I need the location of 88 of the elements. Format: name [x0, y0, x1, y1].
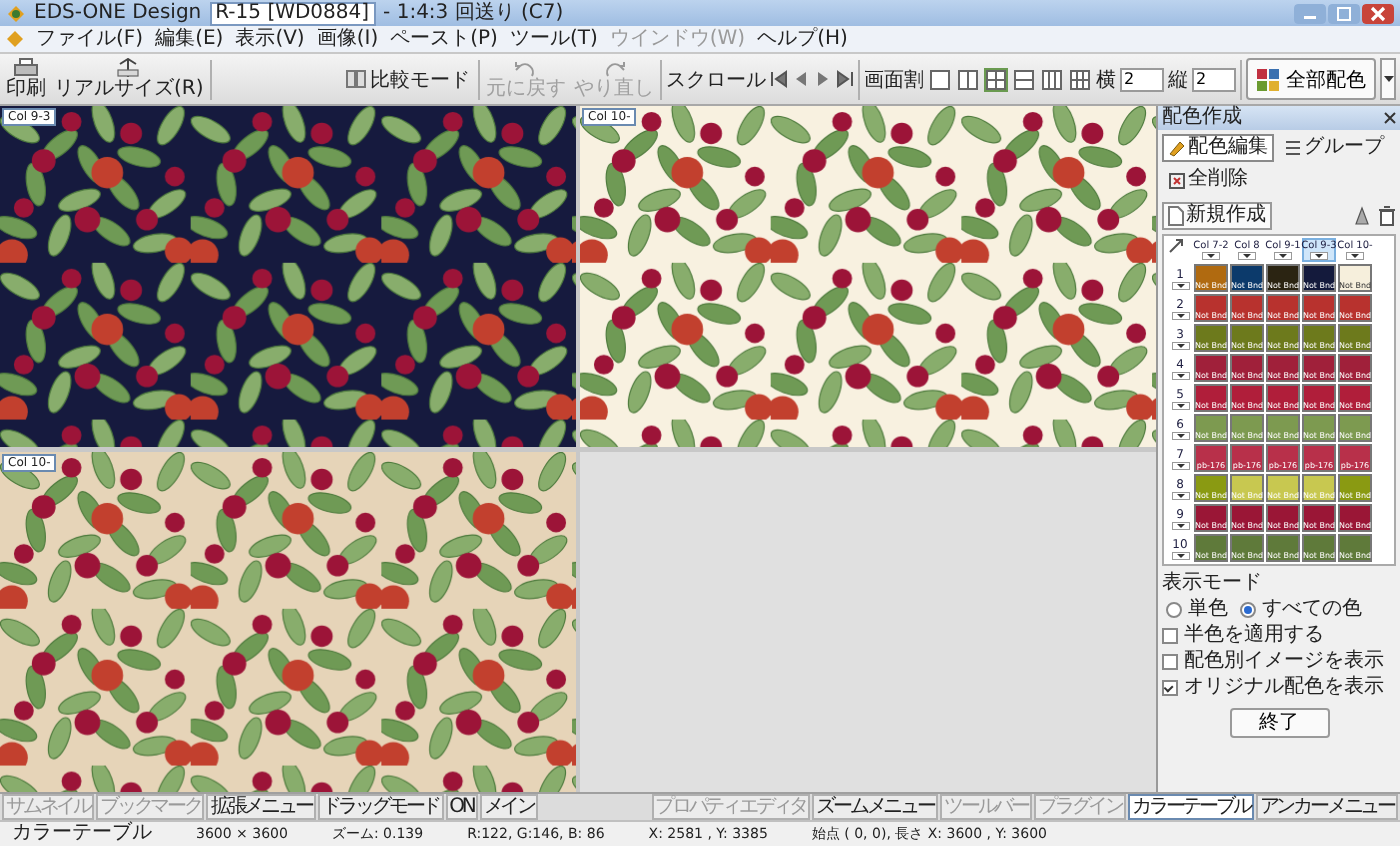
checkbox-option[interactable]: 配色別イメージを表示: [1162, 650, 1396, 674]
scroll-left-icon[interactable]: [792, 70, 810, 88]
layout-button[interactable]: [956, 67, 980, 91]
dropdown-icon: [1171, 311, 1189, 319]
layout-button[interactable]: [1040, 67, 1064, 91]
dropdown-icon: [1202, 252, 1220, 260]
close-icon[interactable]: [1384, 112, 1396, 124]
dock-tab[interactable]: アンカーメニュー: [1255, 794, 1398, 820]
menu-item[interactable]: 表示(V): [235, 26, 305, 52]
dropdown-icon: [1171, 551, 1189, 559]
dropdown-icon: [1274, 252, 1292, 260]
menu-item[interactable]: ペースト(P): [390, 26, 498, 52]
dropdown-icon: [1310, 252, 1328, 260]
dropdown-icon: [1171, 521, 1189, 529]
dropdown-icon: [1171, 431, 1189, 439]
checkbox[interactable]: [1162, 680, 1178, 696]
panel-tab-button[interactable]: グループ: [1278, 134, 1390, 162]
count-label: 横: [1096, 67, 1116, 93]
trash-icon[interactable]: [1378, 206, 1396, 226]
app-logo-icon: [6, 3, 26, 23]
print-button[interactable]: 印刷: [4, 58, 48, 100]
dropdown-icon: [1171, 491, 1189, 499]
radio-button[interactable]: [1240, 602, 1256, 618]
checkbox[interactable]: [1162, 654, 1178, 670]
apply-all-button[interactable]: 全部配色: [1246, 58, 1376, 100]
dropdown-icon: [1171, 341, 1189, 349]
dropdown-icon: [1171, 281, 1189, 289]
scroll-label: スクロール: [666, 67, 766, 93]
checkbox-option[interactable]: 半色を適用する: [1162, 624, 1396, 648]
panel-tab-button[interactable]: 配色編集: [1162, 134, 1274, 162]
row-count-field[interactable]: 2: [1192, 67, 1236, 91]
panel-title: 配色作成: [1162, 106, 1242, 130]
dock-tab[interactable]: ON: [445, 794, 478, 820]
layout-button[interactable]: [1012, 67, 1036, 91]
scroll-right-icon[interactable]: [814, 70, 832, 88]
layout-button[interactable]: [984, 67, 1008, 91]
menu-item[interactable]: 編集(E): [155, 26, 224, 52]
layout-button[interactable]: [928, 67, 952, 91]
real-size-button[interactable]: リアルサイズ(R): [52, 58, 206, 100]
corner-arrow-icon: [1168, 238, 1184, 254]
dropdown-icon: [1238, 252, 1256, 260]
dock-tab[interactable]: メイン: [479, 794, 538, 820]
dock-tab[interactable]: ズームメニュー: [812, 794, 938, 820]
scroll-last-icon[interactable]: [836, 70, 854, 88]
document-name: R-15 [WD0884]: [209, 1, 376, 25]
document-icon: [1168, 206, 1184, 226]
split-pane-icon: [346, 70, 366, 88]
layout-button[interactable]: [1068, 67, 1092, 91]
printer-icon: [14, 58, 38, 78]
radio-option[interactable]: すべての色: [1240, 598, 1362, 622]
new-button[interactable]: 新規作成: [1162, 202, 1272, 230]
menu-item[interactable]: ファイル(F): [36, 26, 144, 52]
ruler-arrow-icon: [116, 58, 141, 78]
menu-item[interactable]: 画像(I): [316, 26, 379, 52]
radio-option[interactable]: 単色: [1166, 598, 1228, 622]
column-count-field[interactable]: 2: [1120, 67, 1164, 91]
finish-button[interactable]: 終了: [1229, 708, 1329, 738]
caret-icon: [1383, 76, 1393, 82]
status-text: カラーテーブル: [12, 822, 152, 846]
dock-tab[interactable]: ドラッグモード: [317, 794, 444, 820]
count-label: 縦: [1168, 67, 1188, 93]
dropdown-icon: [1171, 371, 1189, 379]
delete-grid-icon: [1168, 170, 1186, 190]
dock-tab[interactable]: カラーテーブル: [1127, 794, 1254, 820]
window-title: EDS-ONE Design: [34, 0, 202, 26]
mode-label: 表示モード: [1162, 572, 1264, 596]
dock-tab[interactable]: 拡張メニュー: [206, 794, 316, 820]
dropdown-icon: [1171, 461, 1189, 469]
window-subtitle: - 1:4:3 回送り (C7): [383, 0, 564, 26]
close-icon[interactable]: [1362, 3, 1394, 23]
dropdown-icon: [1171, 401, 1189, 409]
undo-arrow-icon: [514, 59, 538, 77]
menu-item[interactable]: ツール(T): [509, 26, 598, 52]
dropdown-icon: [1346, 252, 1364, 260]
color-grid-icon: [1256, 67, 1280, 91]
pencil-icon: [1168, 138, 1186, 158]
app-logo-icon: [6, 30, 24, 48]
checkbox[interactable]: [1162, 628, 1178, 644]
dropdown-button[interactable]: [1380, 58, 1396, 100]
scroll-first-icon[interactable]: [770, 70, 788, 88]
radio-button[interactable]: [1166, 602, 1182, 618]
panel-tab-button[interactable]: 全削除: [1162, 166, 1254, 194]
redo-arrow-icon: [602, 59, 626, 77]
checkbox-option[interactable]: オリジナル配色を表示: [1162, 676, 1396, 700]
lines-icon: [1284, 138, 1302, 158]
menu-item[interactable]: ヘルプ(H): [757, 26, 848, 52]
compare-mode-button[interactable]: 比較モード: [342, 65, 474, 93]
split-label: 画面割: [864, 67, 924, 93]
